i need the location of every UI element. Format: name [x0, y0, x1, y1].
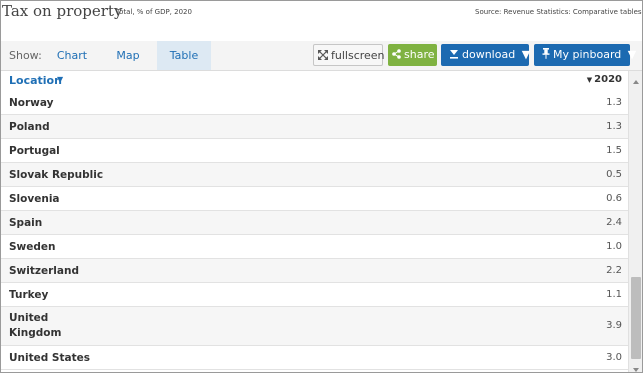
show-label: Show: [9, 49, 42, 62]
vertical-scrollbar[interactable] [628, 71, 642, 372]
location-cell: Slovenia [9, 192, 60, 205]
table-header: Location ▼ ▼ 2020 [1, 71, 628, 93]
table-row: Slovak Republic 0.5 [1, 163, 628, 187]
scroll-up-icon[interactable] [631, 72, 641, 84]
sort-icon: ▼ [586, 76, 593, 84]
table-row: Turkey 1.1 [1, 283, 628, 307]
source-text: Source: Revenue Statistics: Comparative … [475, 8, 642, 16]
scroll-thumb[interactable] [631, 277, 641, 359]
year-label: 2020 [594, 74, 622, 85]
scroll-down-icon[interactable] [631, 360, 641, 372]
pin-icon [542, 44, 550, 66]
tab-map[interactable]: Map [105, 41, 151, 70]
location-cell: Sweden [9, 240, 56, 253]
widget-header: Tax on property Total, % of GDP, 2020 So… [1, 1, 642, 35]
download-label: download [462, 48, 516, 61]
toolbar: Show: Chart Map Table fullscreen share d… [1, 41, 642, 103]
value-cell: 1.1 [606, 288, 622, 300]
table-row: Sweden 1.0 [1, 235, 628, 259]
value-cell: 0.5 [606, 168, 622, 180]
chevron-down-icon: ▼ [627, 48, 637, 61]
value-cell: 1.3 [606, 120, 622, 132]
value-cell: 1.0 [606, 240, 622, 252]
tab-chart[interactable]: Chart [49, 41, 95, 70]
download-icon [449, 44, 459, 66]
share-icon [392, 44, 401, 66]
value-cell: 3.0 [606, 351, 622, 363]
table-row: Spain 2.4 [1, 211, 628, 235]
value-cell: 2.4 [606, 216, 622, 228]
location-column-header[interactable]: Location [9, 74, 62, 87]
chevron-down-icon: ▼ [521, 48, 531, 61]
pinboard-button[interactable]: My pinboard ▼ [534, 44, 636, 66]
value-cell: 1.5 [606, 144, 622, 156]
table-row: Slovenia 0.6 [1, 187, 628, 211]
year-column-header[interactable]: ▼ 2020 [587, 74, 622, 85]
download-button[interactable]: download ▼ [441, 44, 531, 66]
location-cell: Portugal [9, 144, 60, 157]
table-row: Portugal 1.5 [1, 139, 628, 163]
location-cell: Slovak Republic [9, 168, 104, 181]
value-cell: 2.2 [606, 264, 622, 276]
subtitle: Total, % of GDP, 2020 [116, 8, 192, 16]
chart-widget: Tax on property Total, % of GDP, 2020 So… [0, 0, 643, 373]
location-cell: Switzerland [9, 264, 79, 277]
table-row: United States 3.0 [1, 346, 628, 370]
value-cell: 1.3 [606, 97, 622, 108]
table-row: United Kingdom 3.9 [1, 307, 628, 346]
table-row: Norway 1.3 [1, 92, 628, 115]
share-label: share [404, 48, 435, 61]
share-button[interactable]: share [388, 44, 437, 66]
location-cell: Norway [9, 97, 54, 109]
value-cell: 3.9 [606, 320, 622, 331]
fullscreen-label: fullscreen [331, 49, 385, 62]
fullscreen-button[interactable]: fullscreen [313, 44, 385, 67]
pinboard-label: My pinboard [553, 48, 622, 61]
location-cell: Spain [9, 216, 43, 229]
value-cell: 0.6 [606, 192, 622, 204]
sort-dropdown-icon[interactable]: ▼ [57, 75, 63, 84]
location-cell: Turkey [9, 288, 49, 301]
tab-table[interactable]: Table [157, 41, 211, 70]
location-cell: United Kingdom [9, 312, 62, 339]
table-row: Switzerland 2.2 [1, 259, 628, 283]
page-title: Tax on property [2, 2, 123, 20]
table-body: Norway 1.3 Poland 1.3 Portugal 1.5 Slovak Repu… [1, 92, 628, 370]
location-cell: United States [9, 351, 90, 364]
table-row: Poland 1.3 [1, 115, 628, 139]
expand-arrows-icon [318, 45, 328, 67]
location-cell: Poland [9, 120, 50, 133]
